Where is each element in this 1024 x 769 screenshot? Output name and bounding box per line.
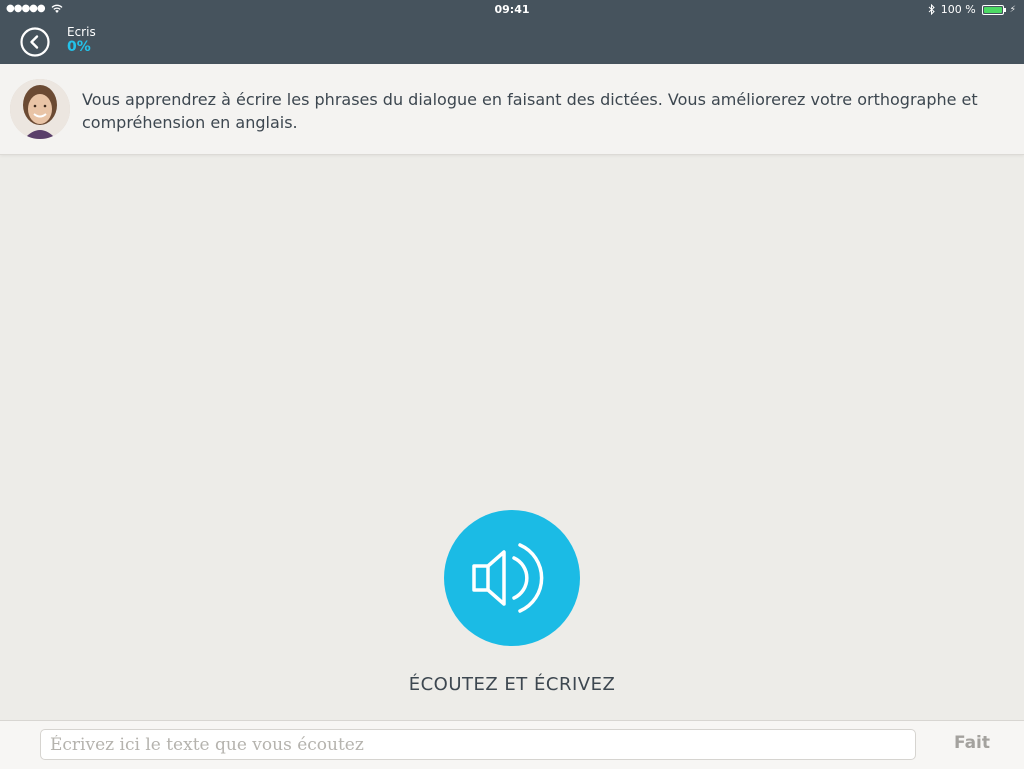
progress-percent: 0% [67,39,91,55]
nav-bar: Ecris 0% [0,20,1024,64]
charging-bolt-icon: ⚡ [1009,4,1016,15]
teacher-avatar [10,79,70,139]
status-time: 09:41 [494,3,530,16]
battery-icon [981,4,1006,15]
chevron-left-circle-icon [20,27,50,57]
instruction-label: ÉCOUTEZ ET ÉCRIVEZ [408,674,616,695]
nav-title: Ecris [67,25,96,39]
done-button[interactable]: Fait [940,733,1004,753]
back-button[interactable] [20,27,50,57]
play-audio-button[interactable] [444,510,580,646]
bluetooth-icon [928,4,935,15]
speaker-icon [472,543,544,613]
status-bar: ●●●●● 09:41 100 % ⚡ [0,0,1024,20]
status-right: 100 % ⚡ [928,3,1016,16]
answer-bar: Fait [0,720,1024,769]
battery-percent: 100 % [940,3,976,16]
intro-description: Vous apprendrez à écrire les phrases du … [82,90,978,132]
intro-panel: Vous apprendrez à écrire les phrases du … [0,64,1024,155]
dictation-input[interactable] [40,729,916,760]
